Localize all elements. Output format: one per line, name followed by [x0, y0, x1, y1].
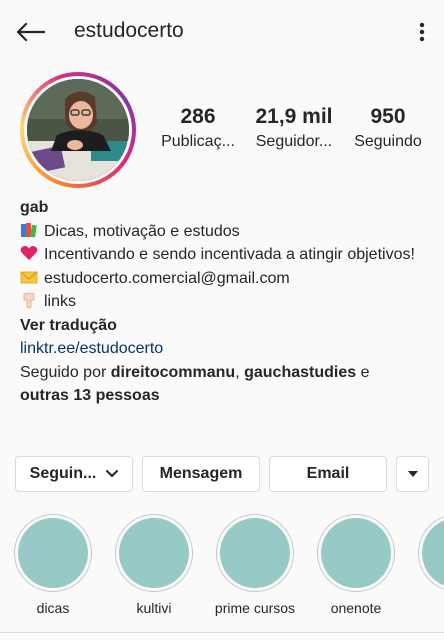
highlight-cover	[220, 518, 290, 588]
website-link[interactable]: linktr.ee/estudocerto	[20, 337, 430, 361]
bio-line-tips: Dicas, motivação e estudos	[20, 220, 430, 244]
followed-by-text[interactable]: Seguido por direitocommanu, gauchastudie…	[20, 361, 430, 408]
highlight-prime-cursos[interactable]: prime cursos	[210, 514, 300, 616]
highlight-label: dicas	[36, 600, 70, 616]
chevron-down-icon	[106, 470, 119, 478]
following-dropdown-button[interactable]: Seguin...	[15, 456, 133, 492]
followers-others[interactable]: outras 13 pessoas	[20, 387, 160, 404]
profile-username-title: estudocerto	[74, 19, 184, 42]
pointing-down-icon	[20, 291, 38, 309]
see-translation-link[interactable]: Ver tradução	[20, 314, 430, 338]
highlight-cover	[422, 518, 444, 588]
suggested-accounts-button[interactable]	[396, 456, 429, 492]
highlight-label: kultivi	[136, 600, 172, 616]
highlight-sob[interactable]: sob	[412, 514, 444, 616]
stat-posts[interactable]: 286 Publicaç...	[150, 104, 246, 154]
highlight-dicas[interactable]: dicas	[8, 514, 98, 616]
following-count: 950	[370, 105, 406, 128]
envelope-icon	[20, 268, 38, 286]
message-button[interactable]: Mensagem	[142, 456, 260, 492]
posts-label: Publicaç...	[161, 133, 235, 150]
posts-count: 286	[180, 105, 216, 128]
books-icon	[20, 221, 38, 239]
caret-down-icon	[407, 471, 418, 477]
follower-user-2[interactable]: gauchastudies	[244, 364, 356, 381]
back-arrow-icon[interactable]	[12, 16, 48, 48]
follower-user-1[interactable]: direitocommanu	[111, 364, 235, 381]
highlight-label: onenote	[330, 600, 382, 616]
highlight-cover	[18, 518, 88, 588]
more-options-icon[interactable]	[408, 16, 436, 48]
highlight-onenote[interactable]: onenote	[311, 514, 401, 616]
followers-label: Seguidor...	[255, 133, 333, 150]
highlight-cover	[321, 518, 391, 588]
bio-line-links: links	[20, 290, 430, 314]
profile-bio: gab Dicas, motivação e estudos Incentiva…	[20, 196, 430, 408]
bio-line-email: estudocerto.comercial@gmail.com	[20, 267, 430, 291]
profile-avatar-story-ring[interactable]	[20, 72, 136, 188]
followers-count: 21,9 mil	[255, 105, 333, 128]
heart-icon	[20, 244, 38, 262]
highlight-label: prime cursos	[214, 600, 296, 616]
highlight-label: sob	[412, 600, 444, 616]
stat-following[interactable]: 950 Seguindo	[340, 104, 436, 154]
profile-actions: Seguin... Mensagem Email	[15, 456, 429, 492]
highlight-kultivi[interactable]: kultivi	[109, 514, 199, 616]
highlight-cover	[119, 518, 189, 588]
avatar	[27, 79, 129, 181]
profile-display-name: gab	[20, 199, 49, 216]
profile-stats: 286 Publicaç... 21,9 mil Seguidor... 950…	[150, 104, 444, 160]
bio-line-motivation: Incentivando e sendo incentivada a ating…	[20, 243, 430, 267]
divider	[0, 632, 444, 633]
following-label: Seguindo	[354, 133, 422, 150]
story-highlights: dicas kultivi prime cursos onenote sob	[0, 514, 444, 624]
email-button[interactable]: Email	[269, 456, 387, 492]
top-bar: estudocerto	[0, 0, 444, 64]
stat-followers[interactable]: 21,9 mil Seguidor...	[246, 104, 342, 154]
